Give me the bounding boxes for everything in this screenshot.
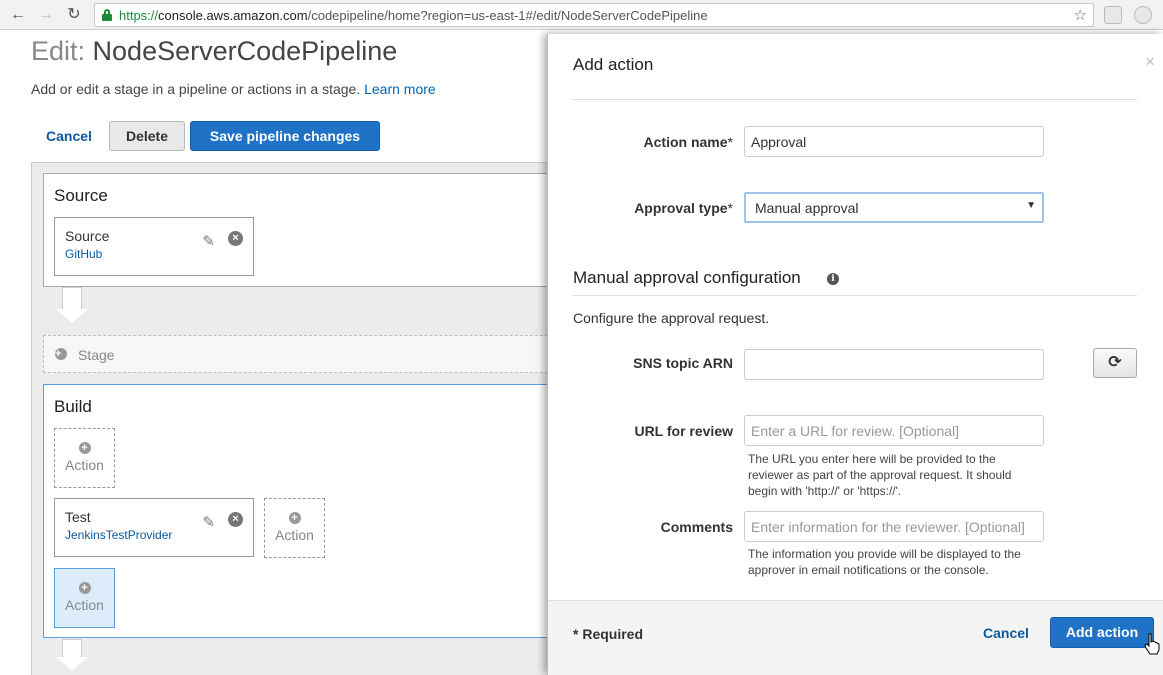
- approval-type-label: Approval type*: [634, 200, 733, 216]
- back-arrow-icon[interactable]: ←: [8, 5, 28, 25]
- section-title: Manual approval configuration: [573, 268, 801, 287]
- close-icon[interactable]: ×: [1145, 52, 1155, 72]
- page-title: Edit: NodeServerCodePipeline: [31, 36, 398, 66]
- info-icon[interactable]: i: [827, 273, 839, 285]
- build-stage: Build + Action Test JenkinsTestProvider …: [43, 384, 573, 638]
- url-help-text: The URL you enter here will be provided …: [748, 452, 1012, 498]
- reload-icon[interactable]: ↻: [64, 5, 84, 25]
- action-provider-link[interactable]: GitHub: [65, 247, 102, 261]
- page-description: Add or edit a stage in a pipeline or act…: [31, 81, 436, 97]
- stage-title: Source: [54, 186, 108, 205]
- comments-help-text: The information you provide will be disp…: [748, 547, 1021, 577]
- cancel-link-button[interactable]: Cancel: [46, 128, 92, 144]
- add-action-label: Action: [65, 597, 104, 613]
- plus-circle-icon: +: [288, 512, 301, 524]
- sns-topic-input[interactable]: [744, 349, 1044, 380]
- modal-title: Add action: [573, 55, 654, 74]
- action-name-label: Action name*: [643, 134, 733, 150]
- plus-circle-icon: +: [78, 442, 91, 454]
- hand-cursor-icon: [1144, 633, 1160, 655]
- divider: [573, 99, 1137, 100]
- add-action-label: Action: [275, 527, 314, 543]
- flow-arrow: [62, 287, 82, 311]
- section-description: Configure the approval request.: [573, 310, 770, 326]
- browser-toolbar: ← → ↻ https://console.aws.amazon.com/cod…: [0, 0, 1163, 30]
- add-action-label: Action: [65, 457, 104, 473]
- add-action-submit-button[interactable]: Add action: [1050, 617, 1154, 648]
- add-stage-label: Stage: [78, 347, 115, 363]
- action-name: Test: [65, 509, 91, 525]
- flow-arrow: [62, 639, 82, 659]
- edit-pencil-icon[interactable]: ✎: [202, 513, 215, 531]
- add-action-panel: Add action × Action name* Approval type*…: [547, 34, 1163, 675]
- url-review-input[interactable]: [744, 415, 1044, 446]
- test-action-card[interactable]: Test JenkinsTestProvider ✎ ×: [54, 498, 254, 557]
- lock-icon: [102, 9, 112, 21]
- url-review-label: URL for review: [634, 423, 733, 439]
- plus-circle-icon: +: [55, 348, 67, 360]
- add-action-button-selected[interactable]: + Action: [54, 568, 115, 628]
- delete-x-icon[interactable]: ×: [228, 512, 243, 527]
- bookmark-star-icon[interactable]: ☆: [1074, 6, 1087, 24]
- url-text: https://console.aws.amazon.com/codepipel…: [119, 8, 708, 23]
- refresh-icon: ⟳: [1108, 354, 1122, 371]
- action-provider-link[interactable]: JenkinsTestProvider: [65, 528, 172, 542]
- edit-pencil-icon[interactable]: ✎: [202, 232, 215, 250]
- save-pipeline-button[interactable]: Save pipeline changes: [190, 121, 380, 151]
- forward-arrow-icon[interactable]: →: [36, 5, 56, 25]
- modal-cancel-button[interactable]: Cancel: [983, 625, 1029, 641]
- extension-icon[interactable]: [1104, 6, 1122, 24]
- action-name-input[interactable]: [744, 126, 1044, 157]
- dropdown-caret-icon: ▼: [1026, 200, 1036, 211]
- action-name: Source: [65, 228, 110, 244]
- approval-type-select[interactable]: Manual approval ▼: [744, 192, 1044, 223]
- required-note: * Required: [573, 626, 644, 642]
- delete-x-icon[interactable]: ×: [228, 231, 243, 246]
- address-bar[interactable]: https://console.aws.amazon.com/codepipel…: [94, 3, 1094, 27]
- settings-gear-icon[interactable]: [1134, 6, 1152, 24]
- add-parallel-action-button[interactable]: + Action: [264, 498, 325, 558]
- comments-input[interactable]: [744, 511, 1044, 542]
- delete-button[interactable]: Delete: [109, 121, 185, 151]
- divider: [573, 295, 1137, 296]
- flow-arrow-head: [56, 309, 88, 323]
- refresh-button[interactable]: ⟳: [1093, 348, 1137, 378]
- plus-circle-icon: +: [78, 582, 91, 594]
- sns-topic-label: SNS topic ARN: [633, 355, 733, 371]
- learn-more-link[interactable]: Learn more: [364, 81, 436, 97]
- pipeline-canvas: Source Source GitHub ✎ × + Stage Build +…: [31, 162, 583, 675]
- comments-label: Comments: [660, 519, 733, 535]
- add-action-button[interactable]: + Action: [54, 428, 115, 488]
- source-stage: Source Source GitHub ✎ ×: [43, 173, 573, 287]
- flow-arrow-head: [56, 657, 88, 671]
- add-stage-button[interactable]: + Stage: [43, 335, 583, 373]
- stage-title: Build: [54, 397, 92, 416]
- source-action-card[interactable]: Source GitHub ✎ ×: [54, 217, 254, 276]
- modal-footer: * Required Cancel Add action: [548, 600, 1163, 675]
- approval-type-value: Manual approval: [755, 200, 859, 216]
